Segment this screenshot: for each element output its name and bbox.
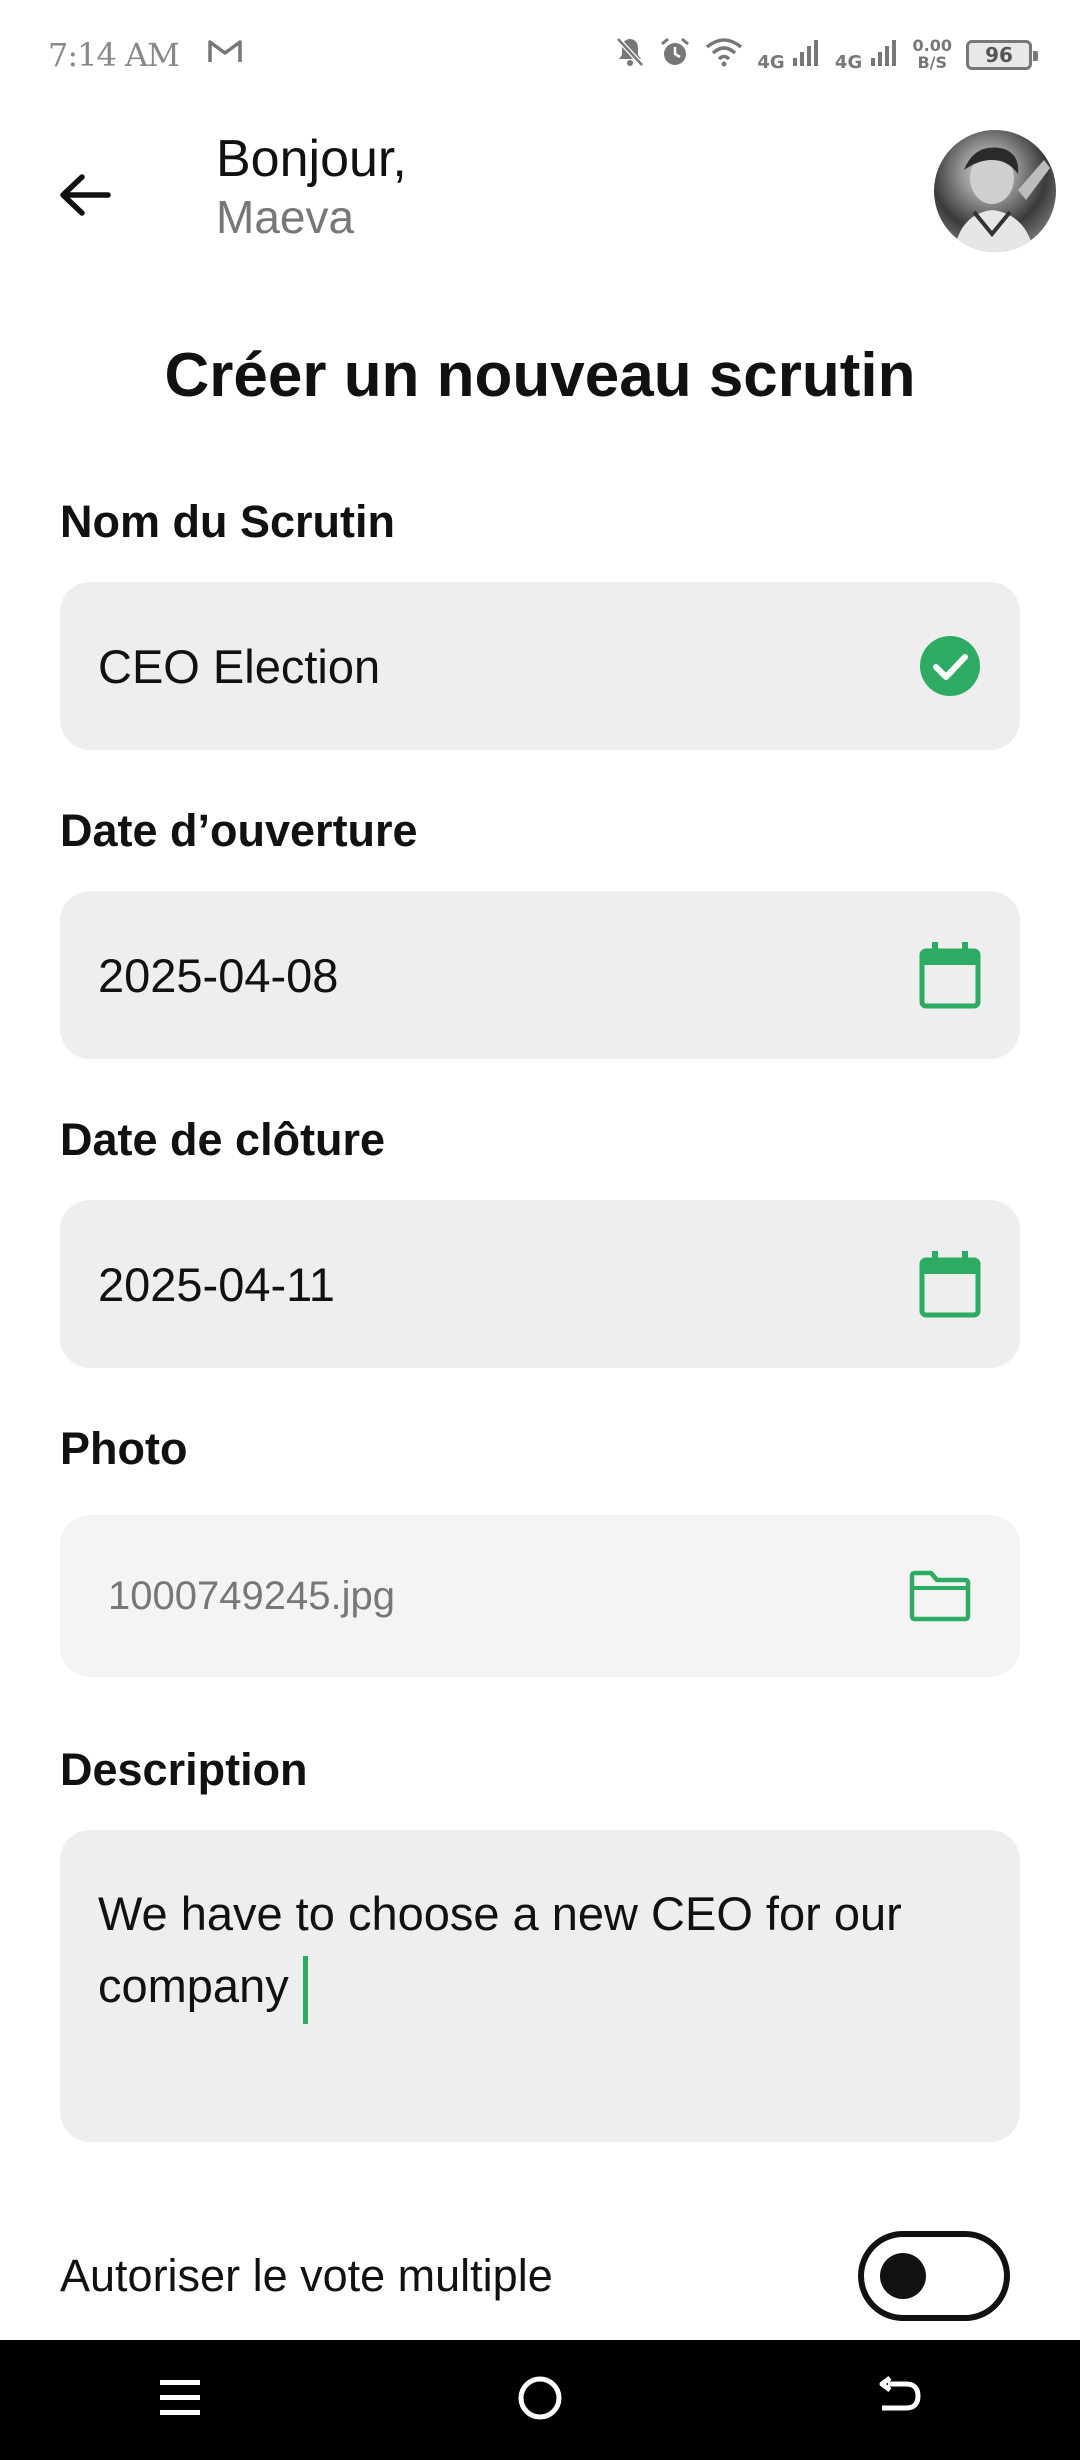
signal-icon xyxy=(870,40,896,66)
status-left: 7:14 AM xyxy=(48,36,243,74)
photo-field[interactable]: 1000749245.jpg xyxy=(60,1515,1020,1677)
home-button[interactable] xyxy=(500,2360,580,2440)
system-nav-bar xyxy=(0,2340,1080,2460)
signal-icon xyxy=(792,40,818,66)
name-label: Nom du Scrutin xyxy=(60,496,395,547)
alarm-icon xyxy=(659,36,691,74)
gmail-icon xyxy=(207,37,243,73)
page-title: Créer un nouveau scrutin xyxy=(164,341,916,410)
greeting-text: Bonjour, xyxy=(216,130,407,188)
status-right: 4G 4G 0.00 B/S 96 xyxy=(615,36,1038,74)
photo-label: Photo xyxy=(60,1423,188,1474)
folder-icon[interactable] xyxy=(908,1564,972,1628)
avatar-image xyxy=(954,147,1050,252)
text-cursor xyxy=(302,1955,308,2024)
photo-file-name: 1000749245.jpg xyxy=(108,1573,395,1618)
calendar-icon[interactable] xyxy=(918,1251,982,1318)
home-circle-icon xyxy=(516,2374,564,2426)
avatar[interactable] xyxy=(934,130,1056,252)
status-bar: 7:14 AM 4G 4G 0.00 B/S 96 xyxy=(0,0,1080,110)
menu-icon xyxy=(158,2378,202,2422)
status-time: 7:14 AM xyxy=(48,36,180,74)
wifi-icon xyxy=(705,37,743,73)
user-name: Maeva xyxy=(216,191,355,244)
arrow-left-icon xyxy=(58,173,112,221)
open-date-value: 2025-04-08 xyxy=(98,948,339,1002)
battery-indicator: 96 xyxy=(966,40,1038,70)
name-field[interactable]: CEO Election xyxy=(60,582,1020,750)
description-label: Description xyxy=(60,1744,308,1795)
toggle-knob xyxy=(880,2253,926,2299)
open-date-label: Date d’ouverture xyxy=(60,805,418,856)
back-button[interactable] xyxy=(50,162,120,232)
multi-vote-row: Autoriser le vote multiple xyxy=(60,2228,1010,2324)
recent-apps-button[interactable] xyxy=(140,2360,220,2440)
check-circle-icon xyxy=(918,634,982,698)
close-date-field[interactable]: 2025-04-11 xyxy=(60,1200,1020,1368)
greeting: Bonjour, Maeva xyxy=(216,128,407,246)
description-textarea[interactable]: We have to choose a new CEO for our comp… xyxy=(60,1830,1020,2142)
back-arrow-icon xyxy=(876,2376,924,2424)
network-1: 4G xyxy=(757,38,821,72)
name-value: CEO Election xyxy=(98,639,381,693)
mute-icon xyxy=(615,36,645,74)
close-date-label: Date de clôture xyxy=(60,1114,386,1165)
multi-vote-toggle[interactable] xyxy=(858,2231,1010,2321)
multi-vote-label: Autoriser le vote multiple xyxy=(60,2250,553,2301)
network-2: 4G xyxy=(835,38,899,72)
open-date-field[interactable]: 2025-04-08 xyxy=(60,891,1020,1059)
description-value: We have to choose a new CEO for our comp… xyxy=(98,1887,902,2012)
calendar-icon[interactable] xyxy=(918,942,982,1009)
net-speed: 0.00 B/S xyxy=(912,36,952,72)
header: Bonjour, Maeva xyxy=(0,120,1080,270)
close-date-value: 2025-04-11 xyxy=(98,1257,335,1311)
back-nav-button[interactable] xyxy=(860,2360,940,2440)
